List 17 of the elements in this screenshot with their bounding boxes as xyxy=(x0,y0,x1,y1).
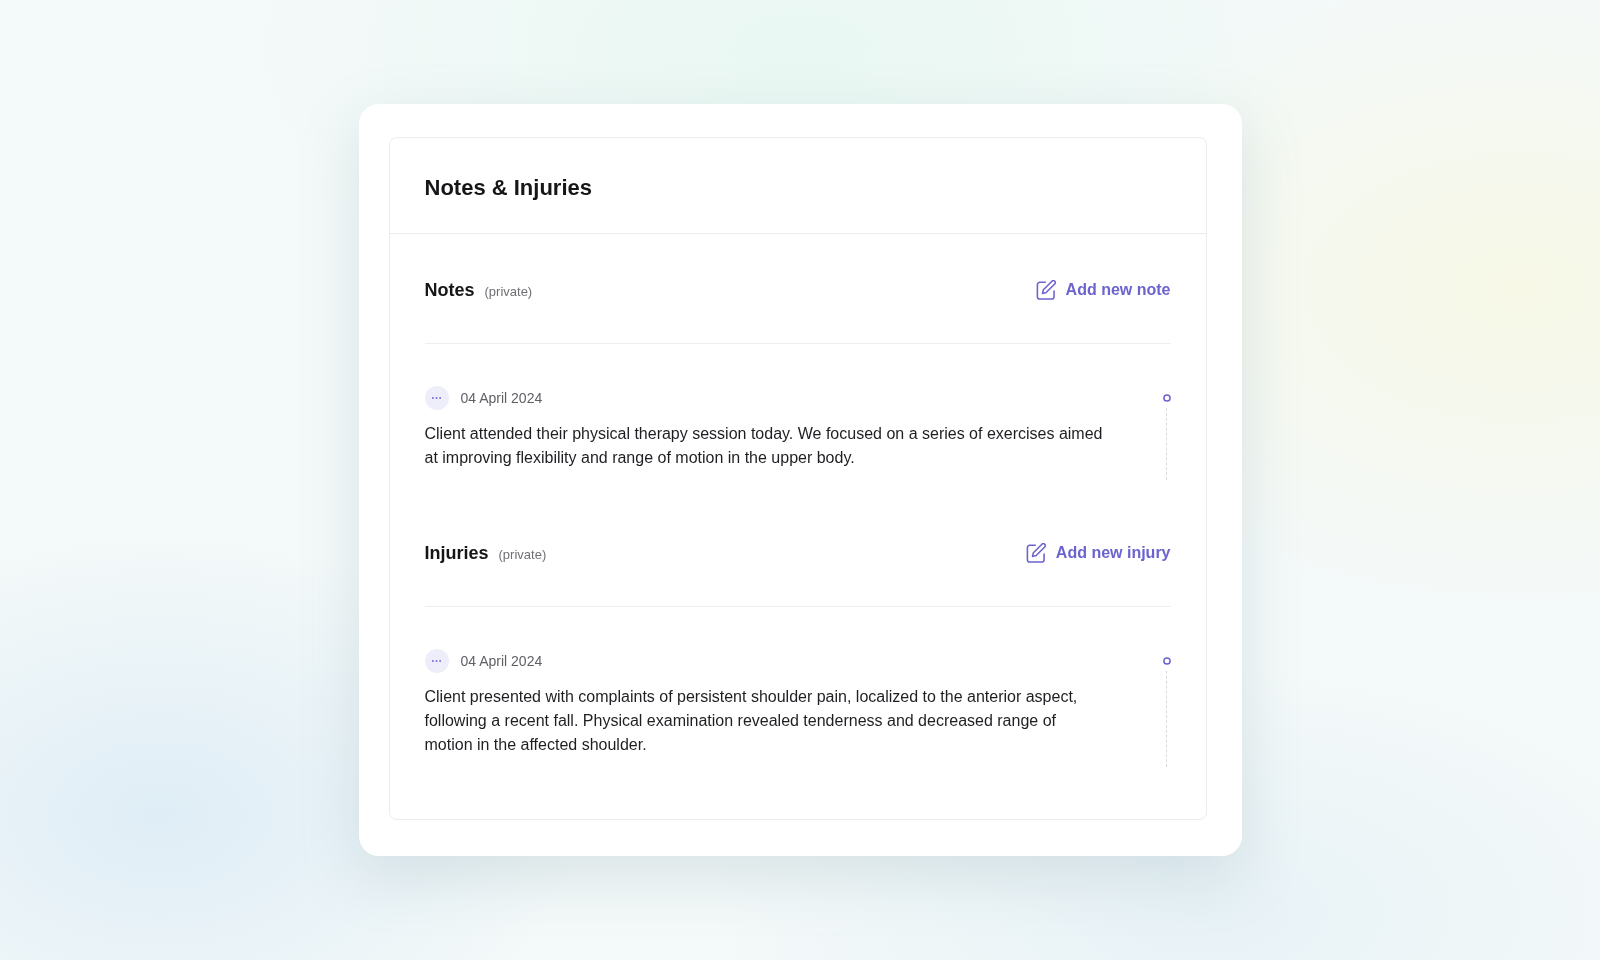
section-title: Injuries xyxy=(424,542,489,565)
privacy-label: (private) xyxy=(484,283,533,301)
edit-icon xyxy=(1025,543,1046,563)
section-title: Notes xyxy=(424,279,475,302)
more-button[interactable] xyxy=(424,649,449,673)
panel-title: Notes & Injuries xyxy=(424,174,593,202)
add-button[interactable]: Add new injury xyxy=(1025,541,1171,565)
edit-icon xyxy=(1035,280,1056,300)
more-button[interactable] xyxy=(424,386,449,410)
add-button[interactable]: Add new note xyxy=(1035,278,1171,302)
privacy-label: (private) xyxy=(498,546,547,564)
timeline-ring-icon xyxy=(1162,657,1171,665)
entry-date: 04 April 2024 xyxy=(460,652,543,671)
timeline-ring-icon xyxy=(1162,394,1171,402)
entry-text: Client attended their physical therapy session today. We focused on a series of exercises aimed at improving flexibility and range of motion in the upper body. xyxy=(424,424,1104,468)
entry-text: Client presented with complaints of persistent shoulder pain, localized to the anterior aspect, following a recent fall. Physical examination revealed tenderness and decreased range of motion in the affected shoulder. xyxy=(424,687,1079,755)
entry-date: 04 April 2024 xyxy=(460,389,543,408)
